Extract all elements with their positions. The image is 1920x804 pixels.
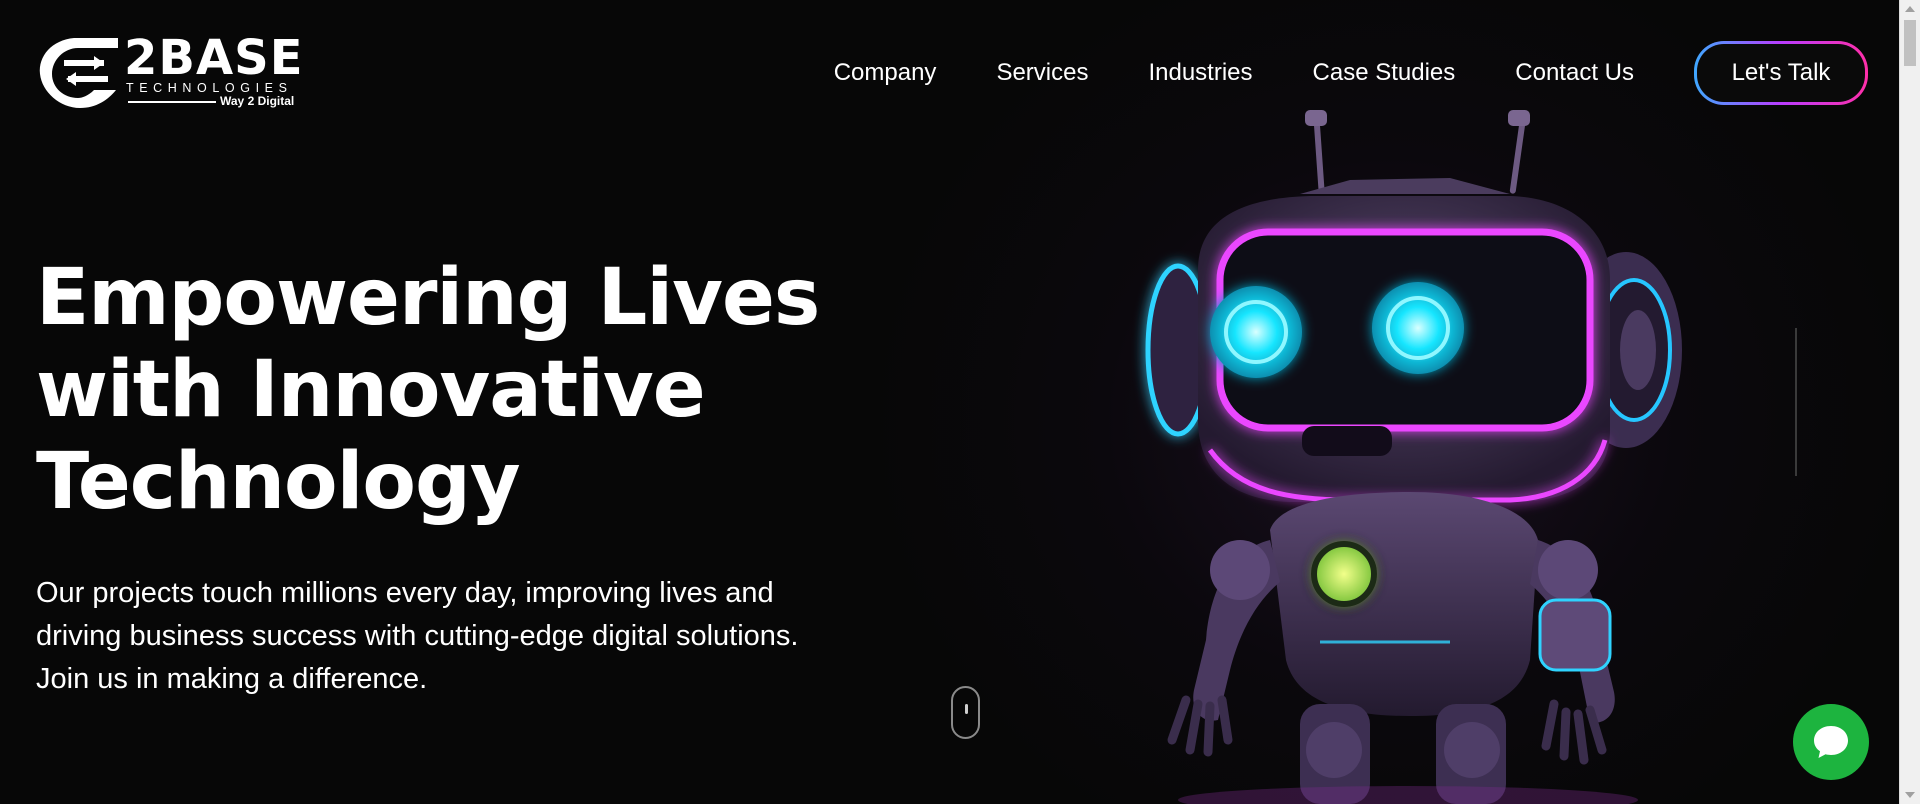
chat-bubble-icon xyxy=(1814,726,1848,758)
mouse-scroll-icon[interactable] xyxy=(951,686,980,739)
nav-item-industries[interactable]: Industries xyxy=(1148,40,1252,106)
nav-item-services[interactable]: Services xyxy=(996,40,1088,106)
robot-illustration xyxy=(1145,110,1682,804)
side-divider-line xyxy=(1795,328,1797,476)
scroll-up-icon[interactable] xyxy=(1905,6,1915,12)
main-nav: Company Services Industries Case Studies… xyxy=(834,40,1868,106)
arrows-logo-icon xyxy=(39,38,118,108)
hero-title-line: Empowering Lives xyxy=(36,253,820,343)
brand-tagline: Way 2 Digital xyxy=(220,94,295,108)
brand-subtitle: TECHNOLOGIES xyxy=(126,81,293,95)
hero-title-line: Technology xyxy=(36,437,521,527)
lets-talk-label: Let's Talk xyxy=(1697,44,1865,102)
nav-item-company[interactable]: Company xyxy=(834,40,937,106)
brand-logo[interactable]: 2BASE TECHNOLOGIES Way 2 Digital xyxy=(34,30,304,114)
hero-description-line: Join us in making a difference. xyxy=(36,663,428,695)
brand-divider xyxy=(128,101,216,103)
hero-description-line: Our projects touch millions every day, i… xyxy=(36,577,774,609)
hero-description: Our projects touch millions every day, i… xyxy=(36,572,886,701)
scrollbar-thumb[interactable] xyxy=(1904,20,1916,66)
hero-title: Empowering Lives with Innovative Technol… xyxy=(36,252,916,528)
scroll-down-icon[interactable] xyxy=(1905,792,1915,798)
hero-title-line: with Innovative xyxy=(36,345,706,435)
page-scrollbar[interactable] xyxy=(1899,0,1920,804)
nav-item-contact-us[interactable]: Contact Us xyxy=(1515,40,1634,106)
hero-description-line: driving business success with cutting-ed… xyxy=(36,620,799,652)
scroll-wheel xyxy=(965,704,968,714)
chat-widget-button[interactable] xyxy=(1793,704,1869,780)
lets-talk-button[interactable]: Let's Talk xyxy=(1694,41,1868,105)
page: 2BASE TECHNOLOGIES Way 2 Digital Company… xyxy=(0,0,1920,804)
nav-item-case-studies[interactable]: Case Studies xyxy=(1313,40,1456,106)
brand-name: 2BASE xyxy=(124,30,304,86)
